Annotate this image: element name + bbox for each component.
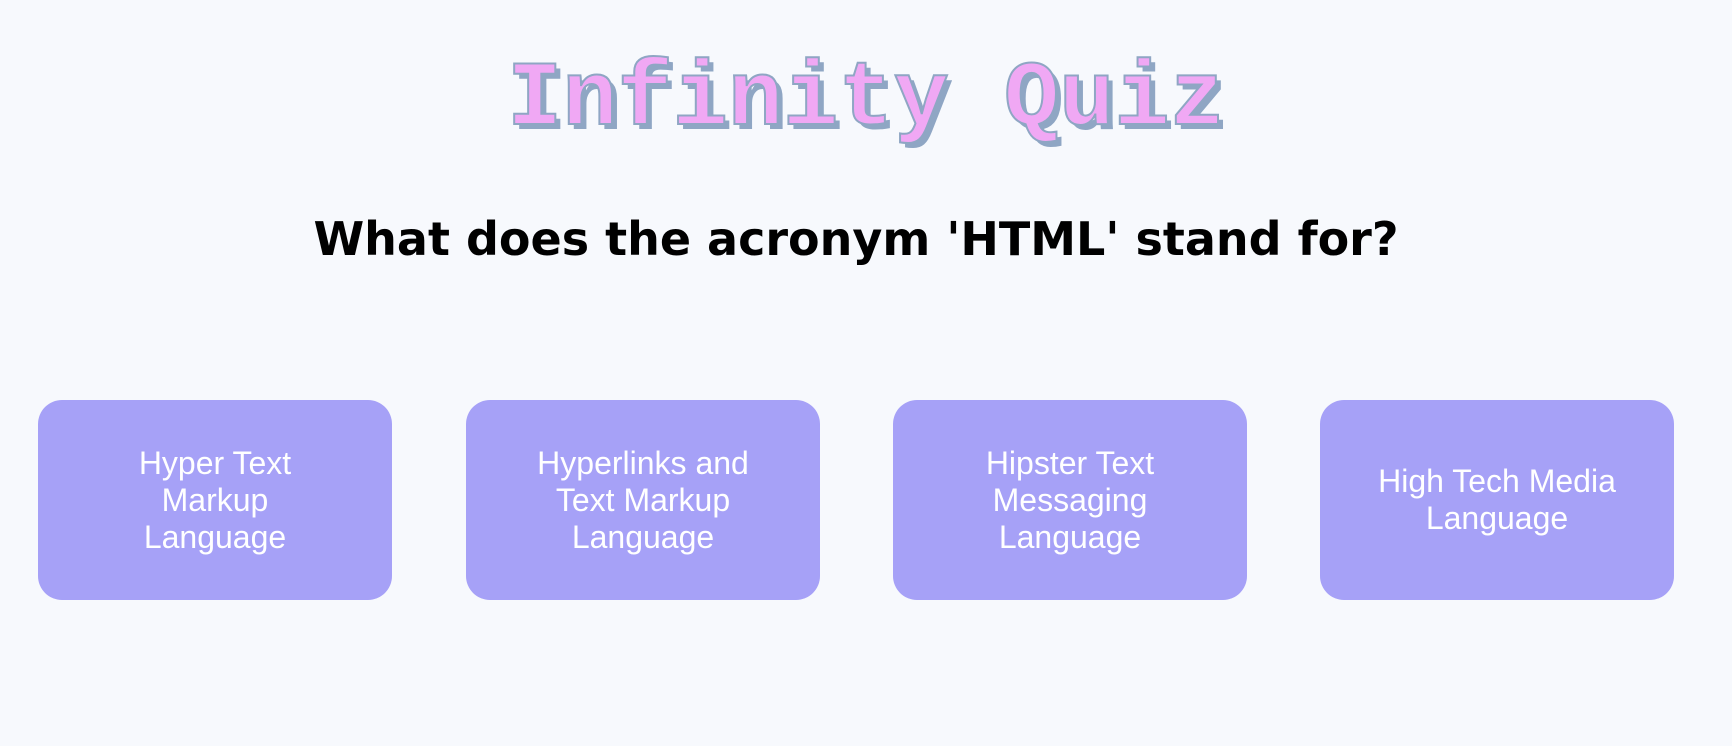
- answer-button-2[interactable]: Hyperlinks and Text Markup Language: [466, 400, 820, 600]
- answer-label: Hyperlinks and Text Markup Language: [537, 444, 749, 555]
- question-text: What does the acronym 'HTML' stand for?: [313, 212, 1399, 266]
- answer-button-1[interactable]: Hyper Text Markup Language: [38, 400, 392, 600]
- answer-label: Hipster Text Messaging Language: [985, 444, 1155, 555]
- quiz-title: Infinity Quiz: [506, 46, 1226, 153]
- answer-label: Hyper Text Markup Language: [138, 444, 292, 555]
- answer-button-3[interactable]: Hipster Text Messaging Language: [893, 400, 1247, 600]
- answer-label: High Tech Media Language: [1378, 463, 1616, 536]
- answer-button-4[interactable]: High Tech Media Language: [1320, 400, 1674, 600]
